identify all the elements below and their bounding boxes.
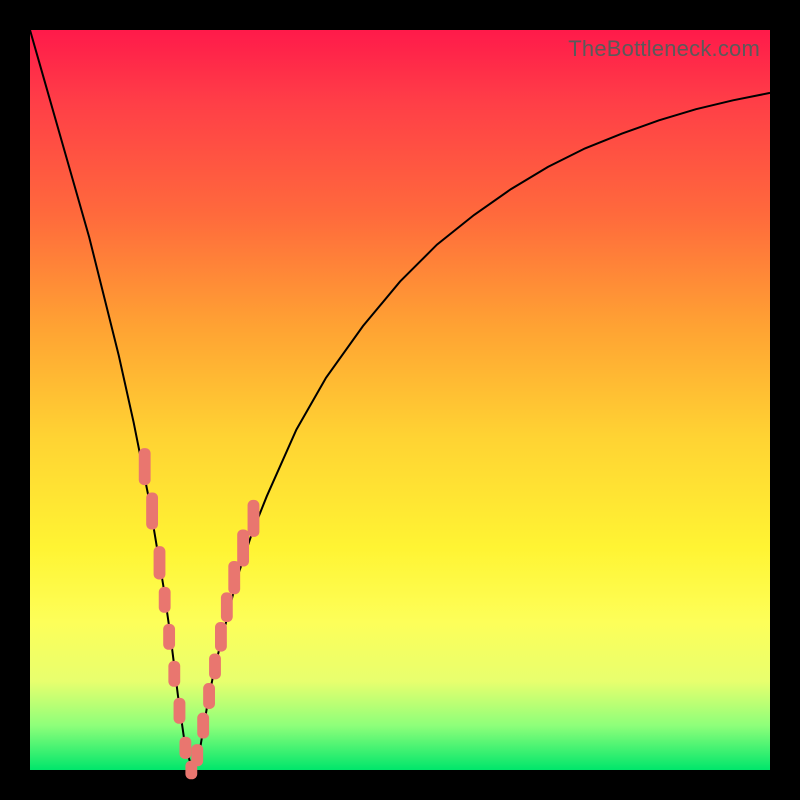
watermark-text: TheBottleneck.com [568, 36, 760, 62]
data-marker [139, 448, 151, 485]
data-marker [159, 587, 171, 613]
data-marker [248, 500, 260, 537]
data-marker [146, 493, 158, 530]
data-markers [139, 448, 260, 779]
plot-frame: TheBottleneck.com [30, 30, 770, 770]
data-marker [168, 661, 180, 687]
data-marker [163, 624, 175, 650]
data-marker [215, 622, 227, 652]
data-marker [221, 592, 233, 622]
data-marker [191, 744, 203, 766]
data-marker [203, 683, 215, 709]
data-marker [174, 698, 186, 724]
data-marker [154, 546, 166, 579]
data-marker [209, 653, 221, 679]
bottleneck-curve [30, 30, 770, 770]
chart-svg [30, 30, 770, 770]
data-marker [237, 530, 249, 567]
data-marker [197, 713, 209, 739]
data-marker [179, 737, 191, 759]
data-marker [228, 561, 240, 594]
